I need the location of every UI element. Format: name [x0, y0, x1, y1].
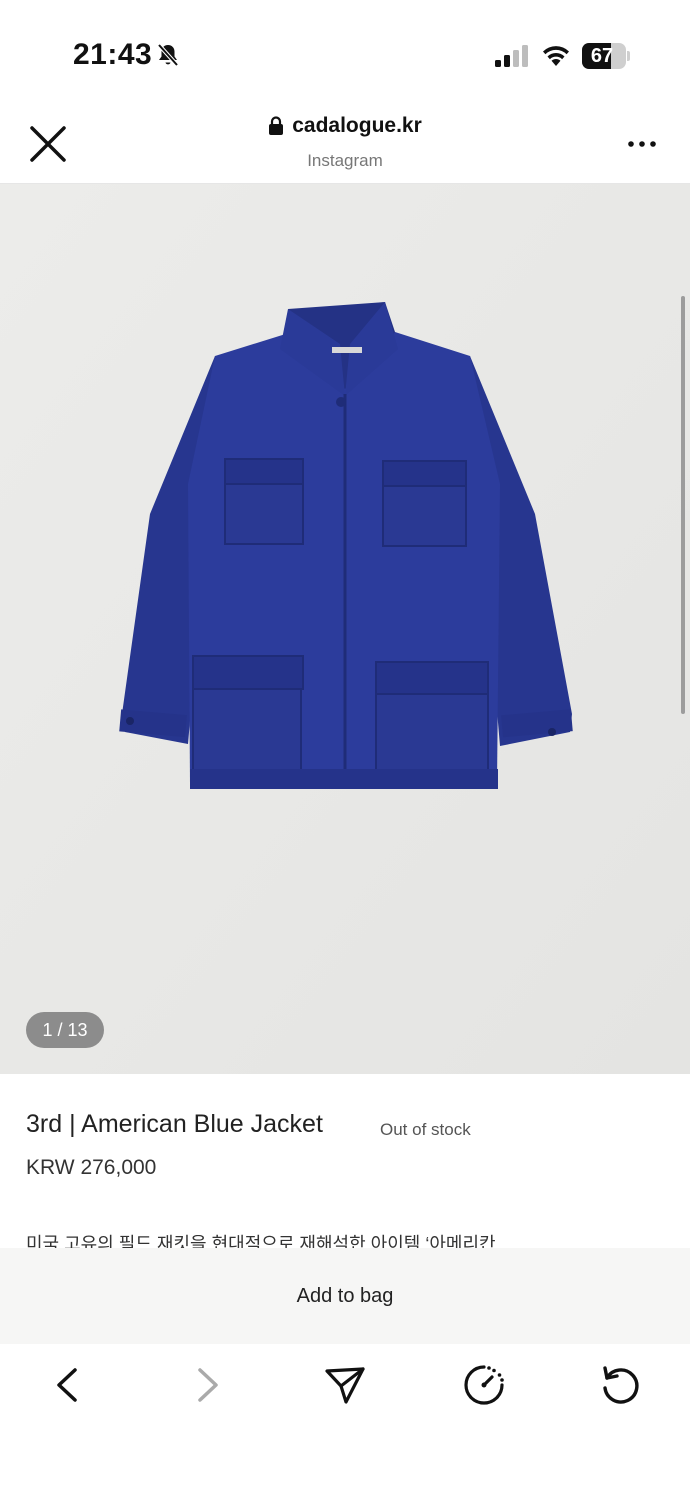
add-to-bag-button[interactable]: Add to bag — [0, 1248, 690, 1344]
jacket-photo — [0, 184, 690, 1074]
product-image[interactable]: 1 / 13 — [0, 184, 690, 1074]
status-time: 21:43 — [73, 38, 153, 71]
url-text: cadalogue.kr — [292, 114, 422, 137]
status-bar: 21:43 67 — [0, 0, 690, 100]
more-dots-icon[interactable] — [624, 130, 660, 158]
product-price: KRW 276,000 — [26, 1156, 157, 1179]
lock-icon — [269, 116, 284, 135]
bottom-toolbar — [0, 1344, 690, 1500]
bell-slash-icon — [157, 43, 179, 67]
forward-arrow-icon[interactable] — [184, 1362, 230, 1408]
wifi-icon — [543, 46, 569, 66]
battery-percent: 67 — [590, 45, 614, 67]
image-counter: 1 / 13 — [26, 1012, 104, 1048]
url-block[interactable]: cadalogue.kr Instagram — [195, 114, 495, 171]
scroll-indicator[interactable] — [681, 296, 685, 714]
share-icon[interactable] — [322, 1362, 368, 1408]
close-icon[interactable] — [26, 122, 70, 166]
page: 21:43 67 cadalogue.kr Instagram 1 / 13 3… — [0, 0, 690, 1500]
url-subtitle: Instagram — [307, 151, 383, 170]
battery-icon: 67 — [582, 43, 630, 69]
refresh-icon[interactable] — [598, 1362, 644, 1408]
product-title: 3rd | American Blue Jacket — [26, 1110, 323, 1138]
stock-status: Out of stock — [380, 1120, 471, 1139]
speed-icon[interactable] — [461, 1362, 507, 1408]
cellular-signal-icon — [495, 45, 528, 67]
add-to-bag-bar: Add to bag — [0, 1248, 690, 1344]
back-arrow-icon[interactable] — [45, 1362, 91, 1408]
browser-header: cadalogue.kr Instagram — [0, 100, 690, 184]
